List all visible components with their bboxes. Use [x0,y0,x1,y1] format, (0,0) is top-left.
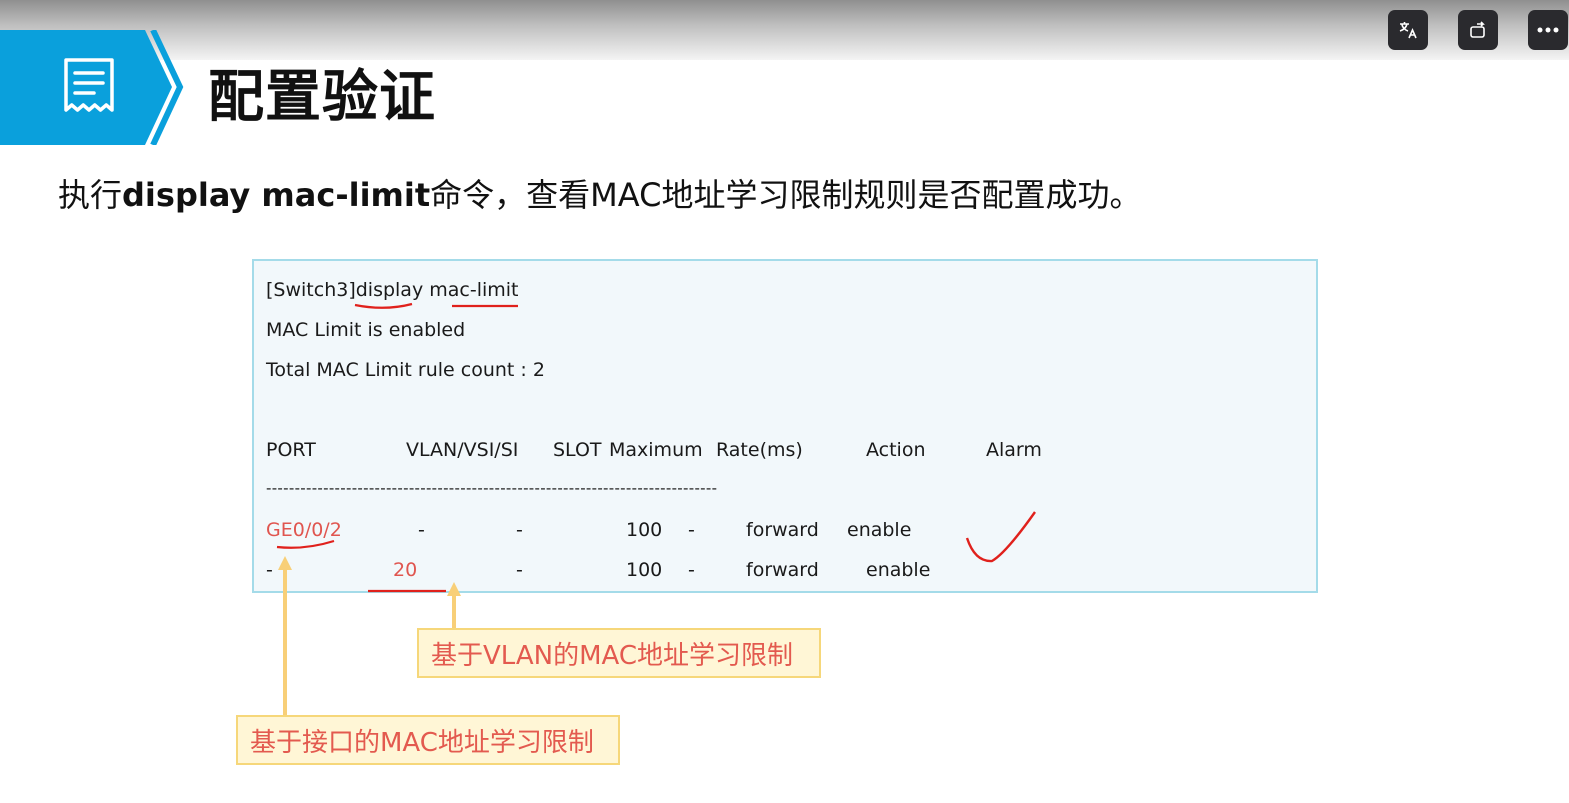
row1-alarm: enable [847,519,912,541]
row2-port: - [266,559,273,581]
header-alarm: Alarm [986,439,1042,461]
prompt: [Switch3] [266,279,356,301]
subtitle: 执行display mac-limit命令，查看MAC地址学习限制规则是否配置成… [58,170,1141,216]
rule-count-line: Total MAC Limit rule count : 2 [266,359,545,381]
header-vlan: VLAN/VSI/SI [406,439,519,461]
row1-port: GE0/0/2 [266,519,342,541]
header-action: Action [866,439,926,461]
command-arg: mac-limit [429,279,519,301]
subtitle-suffix: 命令，查看MAC地址学习限制规则是否配置成功。 [430,176,1142,214]
callout-port-limit: 基于接口的MAC地址学习限制 [236,715,620,765]
subtitle-command: display mac-limit [122,176,431,214]
row2-vlan: 20 [393,559,418,581]
page-title: 配置验证 [208,65,436,130]
subtitle-prefix: 执行 [58,176,123,214]
rotate-icon [1470,21,1485,38]
callout-vlan-limit: 基于VLAN的MAC地址学习限制 [417,628,821,678]
row1-rate: - [688,519,695,541]
command-display: display [355,279,424,301]
row2-maximum: 100 [626,559,663,581]
translate-icon [1399,22,1417,39]
header-maximum: Maximum [609,439,703,461]
row1-maximum: 100 [626,519,663,541]
header-rate: Rate(ms) [716,439,803,461]
row1-vlan: - [418,519,425,541]
separator-line: ----------------------------------------… [266,479,718,497]
terminal-output: [Switch3]display mac-limit MAC Limit is … [252,259,1318,593]
header-port: PORT [266,439,316,461]
rotate-button[interactable] [1458,10,1498,50]
row2-action: forward [746,559,819,581]
more-button[interactable] [1528,10,1568,50]
command-line: [Switch3]display mac-limit [266,279,519,301]
window-top-bar [0,0,1569,60]
row2-alarm: enable [866,559,931,581]
row1-slot: - [516,519,523,541]
row2-slot: - [516,559,523,581]
header-slot: SLOT [553,439,602,461]
row1-action: forward [746,519,819,541]
translate-button[interactable] [1388,10,1428,50]
title-banner [0,30,184,145]
row2-rate: - [688,559,695,581]
more-icon [1537,27,1559,33]
status-line: MAC Limit is enabled [266,319,466,341]
